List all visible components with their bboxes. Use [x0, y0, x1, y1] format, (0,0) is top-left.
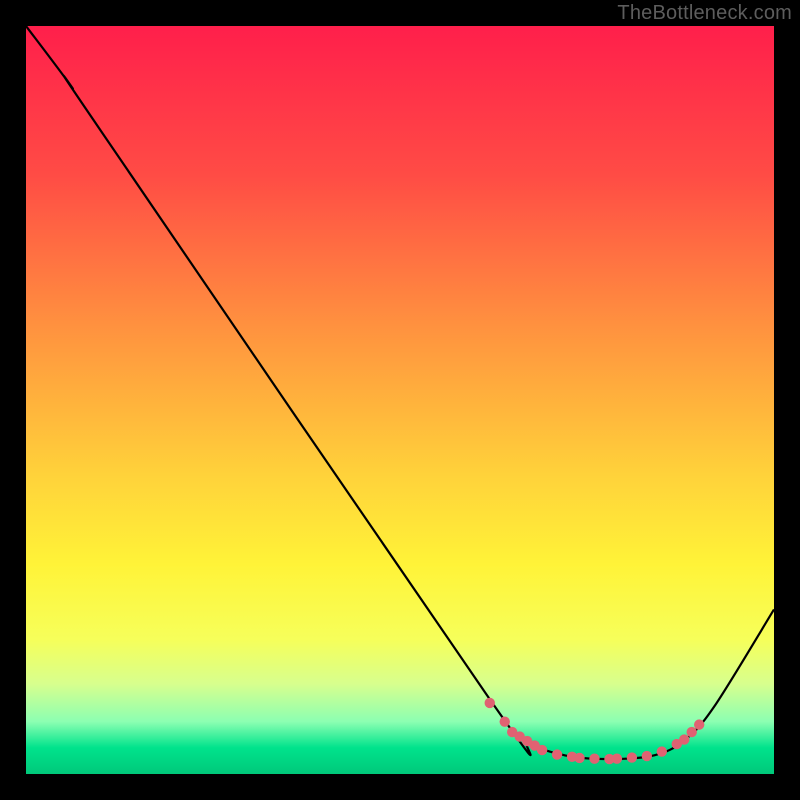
curve-marker	[627, 752, 637, 762]
curve-marker	[679, 734, 689, 744]
curve-marker	[485, 698, 495, 708]
gradient-background	[26, 26, 774, 774]
curve-marker	[642, 751, 652, 761]
curve-marker	[694, 719, 704, 729]
curve-marker	[589, 753, 599, 763]
curve-marker	[612, 753, 622, 763]
plot-area	[26, 26, 774, 774]
curve-marker	[500, 716, 510, 726]
curve-marker	[687, 727, 697, 737]
curve-marker	[574, 753, 584, 763]
chart-canvas	[26, 26, 774, 774]
curve-marker	[552, 749, 562, 759]
curve-marker	[537, 745, 547, 755]
watermark-label: TheBottleneck.com	[617, 2, 792, 25]
chart-frame: TheBottleneck.com	[0, 0, 800, 800]
curve-marker	[657, 746, 667, 756]
